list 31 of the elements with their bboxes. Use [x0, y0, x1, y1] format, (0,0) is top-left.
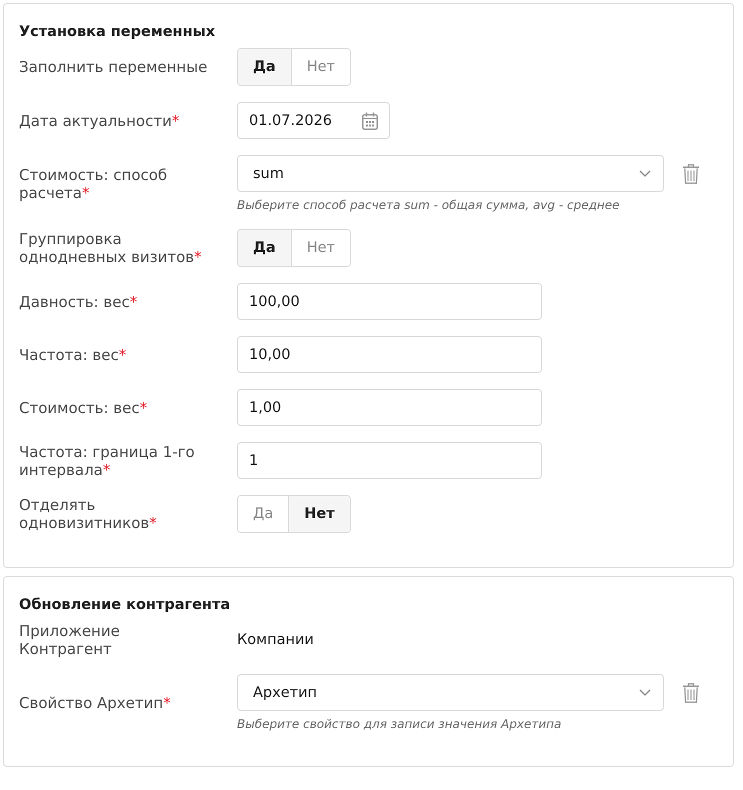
field-label: Отделять одновизитников*: [19, 496, 158, 532]
field-label: Заполнить переменные: [19, 58, 208, 76]
number-field[interactable]: 10,00: [237, 336, 542, 373]
field-label: Группировка однодневных визитов*: [19, 230, 203, 266]
field-label: Дата актуальности*: [19, 112, 180, 130]
field-label: Стоимость: вес*: [19, 398, 148, 416]
select-field[interactable]: sum: [237, 155, 664, 192]
toggle-option[interactable]: Да: [238, 49, 291, 85]
chevron-down-icon: [639, 170, 651, 177]
field-hint: Выберите свойство для записи значения Архетипа: [237, 716, 562, 732]
number-field[interactable]: 1,00: [237, 389, 542, 426]
field-label: Частота: вес*: [19, 346, 128, 364]
field-label: Приложение Контрагент: [19, 622, 121, 658]
field-label: Свойство Архетип*: [19, 694, 172, 712]
trash-icon[interactable]: [683, 164, 699, 184]
chevron-down-icon: [639, 689, 651, 696]
toggle-option[interactable]: Да: [238, 230, 291, 266]
value-text: Компании: [237, 632, 314, 648]
section-title: Обновление контрагента: [19, 596, 232, 615]
field-label: Частота: граница 1-го интервала*: [19, 442, 196, 478]
select-field[interactable]: Архетип: [237, 674, 664, 711]
calendar-icon[interactable]: [362, 112, 378, 130]
field-label: Стоимость: способ расчета*: [19, 166, 168, 202]
section-title: Установка переменных: [19, 23, 216, 42]
number-field[interactable]: 1: [237, 442, 542, 479]
date-field[interactable]: 01.07.2026: [237, 102, 390, 139]
field-label: Давность: вес*: [19, 292, 138, 310]
field-hint: Выберите способ расчета sum - общая сумма, avg - среднее: [237, 197, 620, 213]
toggle-option[interactable]: Нет: [288, 496, 350, 532]
trash-icon[interactable]: [683, 682, 699, 702]
number-field[interactable]: 100,00: [237, 283, 542, 320]
